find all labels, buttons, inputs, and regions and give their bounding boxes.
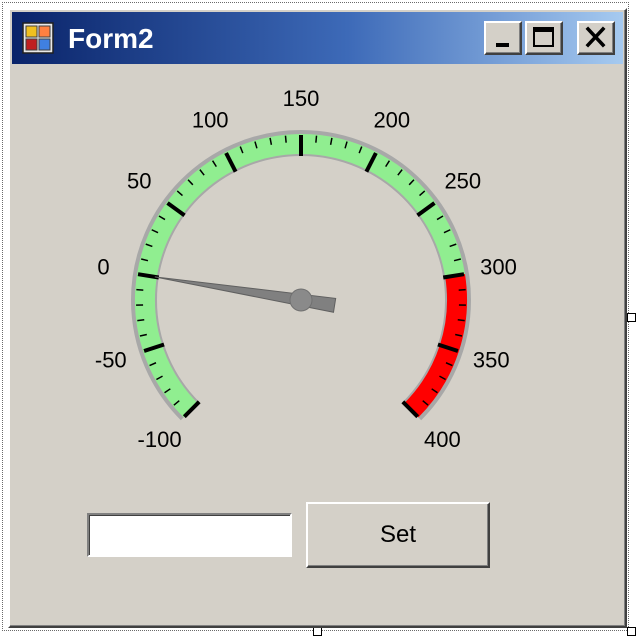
gauge-minor-tick [457,319,465,322]
value-input[interactable] [87,513,292,557]
gauge-needle-hub [289,288,313,312]
gauge-tick-label: 250 [444,168,481,193]
gauge-tick-label: 350 [473,348,510,373]
gauge-needle [154,276,337,313]
gauge-minor-tick [315,135,318,143]
gauge-tick-label: 100 [192,108,229,133]
gauge-tick-label: 300 [480,255,517,280]
gauge-minor-tick [284,135,287,143]
gauge-tick-label: -50 [95,348,127,373]
set-button[interactable]: Set [306,502,490,568]
gauge-tick-label: 50 [127,168,151,193]
gauge-tick-label: 200 [373,108,410,133]
gauge-minor-tick [137,319,145,322]
gauge-tick-label: 150 [283,86,320,111]
gauge-tick-label: 0 [97,255,109,280]
gauge-tick-label: 400 [424,427,461,452]
gauge-tick-label: -100 [138,427,182,452]
